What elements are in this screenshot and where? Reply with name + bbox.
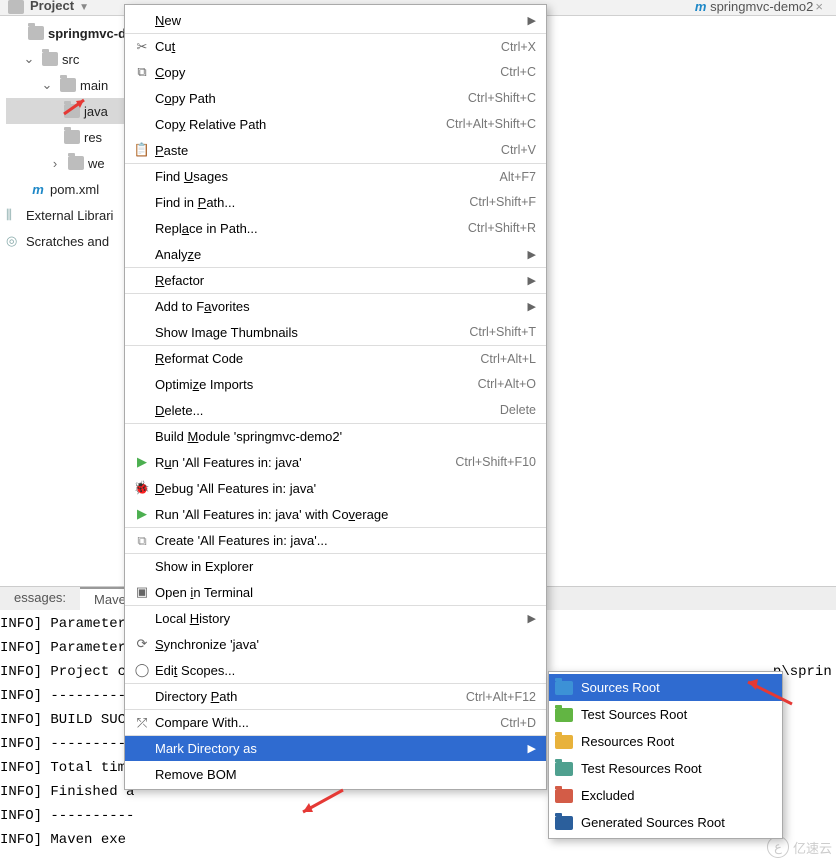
chevron-right-icon: ▶ (528, 274, 536, 287)
ctx-new[interactable]: New▶ (125, 7, 546, 33)
paste-icon: 📋 (129, 142, 155, 158)
ctx-synchronize[interactable]: ⟳Synchronize 'java' (125, 631, 546, 657)
expand-icon[interactable]: ⌄ (38, 77, 56, 93)
ctx-copy-relative-path[interactable]: Copy Relative PathCtrl+Alt+Shift+C (125, 111, 546, 137)
scratch-icon: ◎ (6, 233, 22, 249)
ctx-show-explorer[interactable]: Show in Explorer (125, 553, 546, 579)
ctx-cut[interactable]: ✂CutCtrl+X (125, 33, 546, 59)
tree-item-main[interactable]: ⌄main (6, 72, 130, 98)
tree-item-webapp[interactable]: ›we (6, 150, 130, 176)
ctx-copy[interactable]: ⧉CopyCtrl+C (125, 59, 546, 85)
ctx-build-module[interactable]: Build Module 'springmvc-demo2' (125, 423, 546, 449)
chevron-right-icon: ▶ (528, 248, 536, 261)
close-icon[interactable]: × (815, 0, 823, 14)
ctx-run[interactable]: ▶Run 'All Features in: java'Ctrl+Shift+F… (125, 449, 546, 475)
ctx-edit-scopes[interactable]: ◯Edit Scopes... (125, 657, 546, 683)
terminal-icon: ▣ (129, 584, 155, 600)
dropdown-icon[interactable]: ▼ (79, 2, 89, 13)
scopes-icon: ◯ (129, 662, 155, 678)
submenu-excluded[interactable]: Excluded (549, 782, 782, 809)
ctx-reformat[interactable]: Reformat CodeCtrl+Alt+L (125, 345, 546, 371)
tree-item-pom[interactable]: mpom.xml (6, 176, 130, 202)
ctx-refactor[interactable]: Refactor▶ (125, 267, 546, 293)
ctx-optimize-imports[interactable]: Optimize ImportsCtrl+Alt+O (125, 371, 546, 397)
compare-icon: ⤱ (129, 715, 155, 731)
ctx-analyze[interactable]: Analyze▶ (125, 241, 546, 267)
submenu-resources-root[interactable]: Resources Root (549, 728, 782, 755)
folder-icon (555, 708, 573, 722)
project-tool-label[interactable]: Project▼ (8, 0, 89, 14)
library-icon: ⫼ (6, 207, 22, 223)
folder-icon (42, 52, 58, 66)
tree-root[interactable]: springmvc-d (6, 20, 130, 46)
annotation-arrow (740, 676, 795, 711)
ctx-show-thumbnails[interactable]: Show Image ThumbnailsCtrl+Shift+T (125, 319, 546, 345)
chevron-right-icon: ▶ (528, 612, 536, 625)
watermark: ع亿速云 (767, 836, 832, 858)
ctx-directory-path[interactable]: Directory PathCtrl+Alt+F12 (125, 683, 546, 709)
ctx-delete[interactable]: Delete...Delete (125, 397, 546, 423)
console-tab-messages[interactable]: essages: (0, 587, 80, 610)
chevron-right-icon: ▶ (528, 14, 536, 27)
tree-external-libs[interactable]: ⫼External Librari (6, 202, 130, 228)
run-icon: ▶ (129, 454, 155, 470)
context-menu: New▶ ✂CutCtrl+X ⧉CopyCtrl+C Copy PathCtr… (124, 4, 547, 790)
ctx-local-history[interactable]: Local History▶ (125, 605, 546, 631)
folder-icon (28, 26, 44, 40)
ctx-create-config[interactable]: ⧉Create 'All Features in: java'... (125, 527, 546, 553)
ctx-find-in-path[interactable]: Find in Path...Ctrl+Shift+F (125, 189, 546, 215)
ctx-debug[interactable]: 🐞Debug 'All Features in: java' (125, 475, 546, 501)
collapse-icon[interactable]: › (46, 156, 64, 171)
config-icon: ⧉ (129, 533, 155, 549)
folder-icon (64, 130, 80, 144)
folder-icon (60, 78, 76, 92)
ctx-compare-with[interactable]: ⤱Compare With...Ctrl+D (125, 709, 546, 735)
folder-icon (555, 789, 573, 803)
tree-scratches[interactable]: ◎Scratches and (6, 228, 130, 254)
coverage-icon: ▶ (129, 506, 155, 522)
ctx-find-usages[interactable]: Find UsagesAlt+F7 (125, 163, 546, 189)
maven-icon: m (695, 0, 707, 14)
editor-tab[interactable]: m springmvc-demo2× (690, 0, 828, 14)
folder-icon (555, 735, 573, 749)
folder-icon (555, 762, 573, 776)
ctx-paste[interactable]: 📋PasteCtrl+V (125, 137, 546, 163)
folder-icon (68, 156, 84, 170)
ctx-replace-in-path[interactable]: Replace in Path...Ctrl+Shift+R (125, 215, 546, 241)
chevron-right-icon: ▶ (528, 300, 536, 313)
folder-icon (555, 681, 573, 695)
submenu-test-resources-root[interactable]: Test Resources Root (549, 755, 782, 782)
chevron-right-icon: ▶ (528, 742, 536, 755)
ctx-remove-bom[interactable]: Remove BOM (125, 761, 546, 787)
annotation-arrow (62, 96, 92, 119)
folder-icon (555, 816, 573, 830)
ctx-coverage[interactable]: ▶Run 'All Features in: java' with Covera… (125, 501, 546, 527)
cut-icon: ✂ (129, 39, 155, 55)
folder-icon (8, 0, 24, 14)
tree-item-resources[interactable]: res (6, 124, 130, 150)
ctx-mark-directory-as[interactable]: Mark Directory as▶ (125, 735, 546, 761)
maven-icon: m (30, 182, 46, 197)
ctx-add-favorites[interactable]: Add to Favorites▶ (125, 293, 546, 319)
sync-icon: ⟳ (129, 636, 155, 652)
expand-icon[interactable]: ⌄ (20, 51, 38, 67)
ctx-open-terminal[interactable]: ▣Open in Terminal (125, 579, 546, 605)
tree-item-src[interactable]: ⌄src (6, 46, 130, 72)
submenu-generated-sources-root[interactable]: Generated Sources Root (549, 809, 782, 836)
copy-icon: ⧉ (129, 64, 155, 80)
ctx-copy-path[interactable]: Copy PathCtrl+Shift+C (125, 85, 546, 111)
annotation-arrow (295, 788, 345, 821)
debug-icon: 🐞 (129, 480, 155, 496)
